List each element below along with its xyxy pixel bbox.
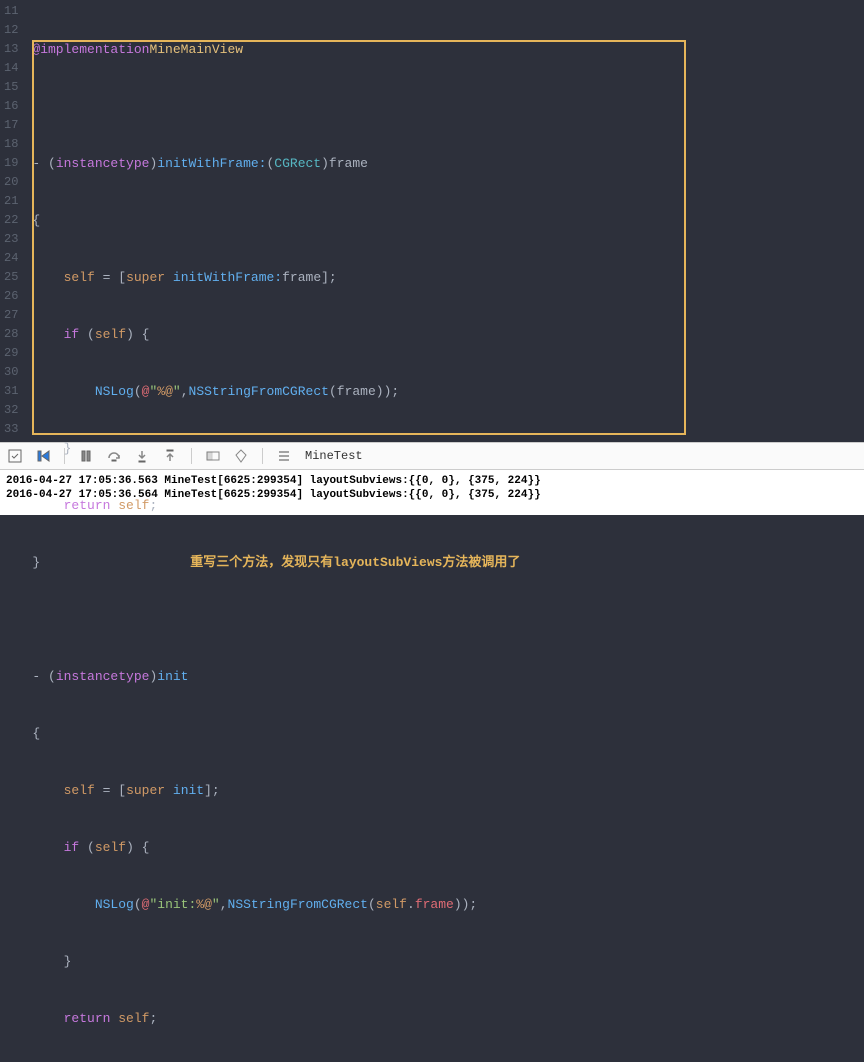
line-number: 16 [4,97,18,116]
line-number: 24 [4,249,18,268]
code-line: { [32,724,858,743]
code-line: self = [super init]; [32,781,858,800]
line-number: 17 [4,116,18,135]
line-number: 15 [4,78,18,97]
line-gutter: 11 12 13 14 15 16 17 18 19 20 21 22 23 2… [0,0,26,442]
line-number: 13 [4,40,18,59]
code-line: if (self) { [32,325,858,344]
code-line: @implementation MineMainView [32,40,858,59]
line-number: 19 [4,154,18,173]
line-number: 28 [4,325,18,344]
line-number: 18 [4,135,18,154]
line-number: 27 [4,306,18,325]
line-number: 29 [4,344,18,363]
code-line: NSLog(@"%@",NSStringFromCGRect(frame)); [32,382,858,401]
line-number: 25 [4,268,18,287]
code-line: - (instancetype)init [32,667,858,686]
code-area[interactable]: @implementation MineMainView - (instance… [26,0,864,442]
code-line [32,610,858,629]
code-line: } [32,439,858,458]
line-number: 30 [4,363,18,382]
code-line: return self; [32,1009,858,1028]
toggle-debugger-icon[interactable] [8,449,22,463]
code-line: } [32,952,858,971]
line-number: 11 [4,2,18,21]
line-number: 20 [4,173,18,192]
code-line: return self; [32,496,858,515]
code-line: if (self) { [32,838,858,857]
line-number: 31 [4,382,18,401]
line-number: 12 [4,21,18,40]
code-line: { [32,211,858,230]
code-line: - (instancetype)initWithFrame:(CGRect)fr… [32,154,858,173]
code-line [32,97,858,116]
code-line: }重写三个方法，发现只有layoutSubViews方法被调用了 [32,553,858,572]
line-number: 23 [4,230,18,249]
line-number: 26 [4,287,18,306]
line-number: 21 [4,192,18,211]
line-number: 32 [4,401,18,420]
line-number: 33 [4,420,18,439]
code-line: NSLog(@"init:%@",NSStringFromCGRect(self… [32,895,858,914]
annotation-1: 重写三个方法，发现只有layoutSubViews方法被调用了 [190,553,520,572]
line-number: 22 [4,211,18,230]
code-line: self = [super initWithFrame:frame]; [32,268,858,287]
code-editor: 11 12 13 14 15 16 17 18 19 20 21 22 23 2… [0,0,864,442]
line-number: 14 [4,59,18,78]
